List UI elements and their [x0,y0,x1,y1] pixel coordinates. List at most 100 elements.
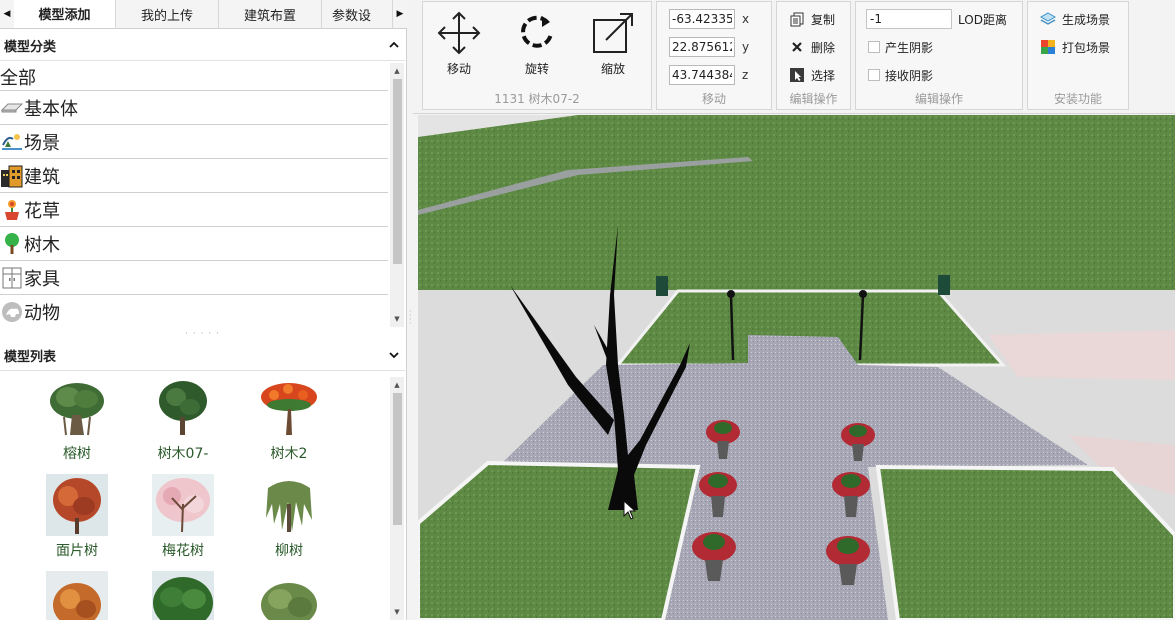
y-coordinate-row: y [669,36,749,58]
category-item-building[interactable]: 建筑 [0,159,388,193]
tab-parameter-settings[interactable]: 参数设 [322,0,393,28]
grass-field [418,115,1175,293]
lod-distance-label: LOD距离 [958,13,1007,27]
x-coordinate-input[interactable] [669,9,735,29]
building-icon [0,164,24,188]
category-item-animals[interactable]: 动物 [0,295,388,327]
render-settings-group: LOD距离 产生阴影 接收阴影 编辑操作 [855,1,1023,110]
copy-icon [789,11,805,27]
install-group-caption: 安装功能 [1053,92,1102,106]
scroll-down-icon[interactable]: ▼ [390,313,404,325]
copy-button[interactable]: 复制 [789,8,835,30]
model-label: 榕树 [63,446,91,462]
receive-shadow-label: 接收阴影 [885,68,934,83]
select-label: 选择 [811,68,836,83]
category-item-furniture[interactable]: 家具 [0,261,388,295]
furniture-icon [0,266,24,290]
model-card-billboard-tree[interactable]: 面片树 [32,474,122,560]
delete-button[interactable]: 删除 [789,36,835,58]
category-label: 花草 [24,200,60,222]
category-label: 场景 [24,132,60,154]
tab-model-add[interactable]: 模型添加 [14,0,116,28]
model-list-section-header[interactable]: 模型列表 [0,341,405,371]
generate-scene-button[interactable]: 生成场景 [1040,8,1110,30]
panel-divider-grip[interactable]: · · · · [409,308,413,328]
package-scene-button[interactable]: 打包场景 [1040,36,1110,58]
z-coordinate-input[interactable] [669,65,735,85]
layers-icon [1040,11,1056,27]
model-card-tree07[interactable]: 树木07- [138,377,228,463]
y-coordinate-input[interactable] [669,37,735,57]
category-item-trees[interactable]: 树木 [0,227,388,261]
tab-building-layout[interactable]: 建筑布置 [219,0,322,28]
category-item-flowers[interactable]: 花草 [0,193,388,227]
left-panel: ◀ 模型添加 我的上传 建筑布置 参数设 ▶ 模型分类 全部 基本体 场景 建筑… [0,0,407,620]
model-card-bush-tree[interactable] [244,571,334,620]
lod-distance-input[interactable] [866,9,952,29]
category-item-all[interactable]: 全部 [0,63,388,91]
scroll-up-icon[interactable]: ▲ [390,65,404,77]
category-item-scene[interactable]: 场景 [0,125,388,159]
maple-tree-thumbnail [46,571,108,620]
move-tool-button[interactable]: 移动 [427,10,491,77]
position-group: x y z 移动 [656,1,772,110]
category-label: 建筑 [24,166,60,188]
render-group-caption: 编辑操作 [914,92,963,106]
category-scrollbar-thumb[interactable] [393,79,402,264]
edit-group-caption: 编辑操作 [789,92,838,106]
grass-bed-front-left [418,460,701,620]
copy-label: 复制 [811,12,836,27]
section-splitter[interactable]: · · · · · [0,328,405,340]
model-list-scrollbar[interactable]: ▲ ▼ [390,377,404,620]
scroll-up-icon[interactable]: ▲ [390,379,404,391]
collapse-chevron-down-icon[interactable] [389,349,399,362]
3d-viewport[interactable] [418,115,1175,620]
street-lamp-head [859,290,867,298]
cast-shadow-label: 产生阴影 [885,40,934,55]
scroll-down-icon[interactable]: ▼ [390,606,404,618]
cast-shadow-toggle[interactable]: 产生阴影 [868,37,933,57]
model-card-green-tree[interactable] [138,571,228,620]
z-coordinate-row: z [669,64,748,86]
z-axis-label: z [742,68,749,82]
model-card-plum-blossom[interactable]: 梅花树 [138,474,228,560]
tab-scroll-left-icon[interactable]: ◀ [0,0,14,28]
rotate-tool-button[interactable]: 旋转 [505,10,569,77]
model-list-section-title: 模型列表 [4,350,57,365]
tab-scroll-right-icon[interactable]: ▶ [393,0,407,28]
model-card-banyan[interactable]: 榕树 [32,377,122,463]
tab-my-uploads[interactable]: 我的上传 [116,0,219,28]
category-section-header[interactable]: 模型分类 [0,31,405,61]
banyan-tree-thumbnail [50,383,104,436]
model-grid: 榕树 树木07- 树木2 面片树 梅花树 柳树 [0,373,388,620]
category-label: 全部 [0,67,36,89]
receive-shadow-checkbox[interactable] [868,69,880,81]
model-list-scrollbar-thumb[interactable] [393,393,402,525]
bush-tree-thumbnail [261,583,317,620]
category-scrollbar[interactable]: ▲ ▼ [390,63,404,327]
edit-operations-group: 复制 删除 选择 编辑操作 [776,1,851,110]
install-functions-group: 生成场景 打包场景 安装功能 [1027,1,1129,110]
select-cursor-icon [789,67,805,83]
green-tree-thumbnail [152,571,214,620]
trash-bin [938,275,950,295]
tree07-thumbnail [159,381,207,435]
category-item-basic[interactable]: 基本体 [0,91,388,125]
select-button[interactable]: 选择 [789,64,835,86]
scale-tool-button[interactable]: 缩放 [581,10,645,77]
receive-shadow-toggle[interactable]: 接收阴影 [868,65,933,85]
animal-icon [0,300,24,324]
grass-bed-front-right [875,464,1175,620]
cast-shadow-checkbox[interactable] [868,41,880,53]
collapse-chevron-up-icon[interactable] [389,39,399,52]
y-axis-label: y [742,40,750,54]
scene-icon [0,130,24,154]
scale-label: 缩放 [600,62,625,76]
model-card-tree2[interactable]: 树木2 [244,377,334,463]
model-card-maple[interactable] [32,571,122,620]
panel-tabbar: ◀ 模型添加 我的上传 建筑布置 参数设 ▶ [0,0,407,29]
scene-render[interactable] [418,115,1175,620]
street-lamp-head [727,290,735,298]
model-card-willow[interactable]: 柳树 [244,474,334,560]
category-list: 全部 基本体 场景 建筑 花草 树木 家具 动物 [0,63,388,327]
